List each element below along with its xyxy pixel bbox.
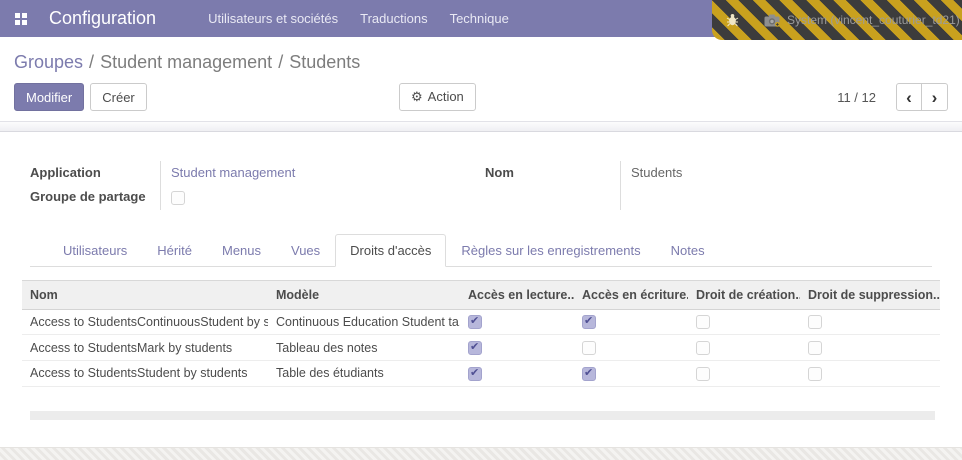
form-sheet: Application Student management Groupe de… bbox=[0, 132, 962, 267]
application-value: Student management bbox=[160, 161, 480, 185]
breadcrumb-separator: / bbox=[89, 52, 95, 72]
form-group-left: Application Student management Groupe de… bbox=[30, 161, 480, 210]
write-checkbox[interactable] bbox=[582, 340, 596, 355]
page-background bbox=[0, 447, 962, 460]
tab-notes[interactable]: Notes bbox=[656, 234, 720, 267]
column-header-unlink[interactable]: Droit de suppression... bbox=[800, 279, 940, 310]
table-row[interactable]: Access to StudentsMark by students Table… bbox=[22, 334, 940, 361]
camera-icon bbox=[764, 14, 780, 27]
access-rights-table: Nom Modèle Accès en lecture... Accès en … bbox=[22, 279, 940, 387]
pager-previous-button[interactable]: ‹ bbox=[896, 83, 922, 111]
table-header-row: Nom Modèle Accès en lecture... Accès en … bbox=[22, 279, 940, 310]
create-checkbox[interactable] bbox=[696, 340, 710, 355]
action-button[interactable]: ⚙ Action bbox=[399, 83, 476, 111]
table-row[interactable]: Access to StudentsStudent by students Ta… bbox=[22, 360, 940, 387]
cell-unlink bbox=[800, 360, 940, 387]
write-checkbox[interactable] bbox=[582, 314, 596, 330]
share-group-label: Groupe de partage bbox=[30, 189, 146, 204]
cell-write bbox=[574, 309, 688, 336]
debug-user-menu[interactable]: System (vincent_couturier_td21) bbox=[712, 0, 962, 40]
tab-herite[interactable]: Hérité bbox=[142, 234, 207, 267]
nav-menu-users-companies[interactable]: Utilisateurs et sociétés bbox=[208, 11, 338, 26]
share-group-checkbox[interactable] bbox=[171, 190, 185, 205]
sheet-bottom-bar bbox=[30, 410, 935, 420]
application-label: Application bbox=[30, 165, 101, 180]
column-header-create[interactable]: Droit de création... bbox=[688, 279, 800, 310]
breadcrumb-groups-link[interactable]: Groupes bbox=[14, 52, 83, 72]
nav-menu-translations[interactable]: Traductions bbox=[360, 11, 427, 26]
breadcrumb: Groupes / Student management / Students bbox=[14, 52, 962, 73]
cell-unlink bbox=[800, 334, 940, 361]
application-link[interactable]: Student management bbox=[171, 165, 295, 180]
app-title: Configuration bbox=[49, 8, 157, 28]
cell-name: Access to StudentsMark by students bbox=[22, 334, 268, 361]
cell-create bbox=[688, 334, 800, 361]
read-checkbox[interactable] bbox=[468, 314, 482, 330]
read-checkbox[interactable] bbox=[468, 340, 482, 355]
cell-write bbox=[574, 334, 688, 361]
tab-utilisateurs[interactable]: Utilisateurs bbox=[48, 234, 142, 267]
user-menu-label[interactable]: System (vincent_couturier_td21) bbox=[787, 13, 960, 27]
create-button[interactable]: Créer bbox=[90, 83, 147, 111]
name-value: Students bbox=[620, 161, 925, 210]
pager-next-button[interactable]: › bbox=[922, 83, 948, 111]
breadcrumb-current: Students bbox=[289, 52, 361, 72]
cell-create bbox=[688, 360, 800, 387]
tab-menus[interactable]: Menus bbox=[207, 234, 276, 267]
edit-button[interactable]: Modifier bbox=[14, 83, 85, 111]
cell-read bbox=[460, 309, 574, 336]
unlink-checkbox[interactable] bbox=[808, 315, 822, 330]
tab-droits-acces[interactable]: Droits d'accès bbox=[335, 233, 447, 267]
column-header-read[interactable]: Accès en lecture... bbox=[460, 279, 574, 310]
apps-menu-icon[interactable] bbox=[15, 12, 27, 25]
cell-model: Tableau des notes bbox=[268, 334, 460, 361]
tab-vues[interactable]: Vues bbox=[276, 234, 335, 267]
form-statusbar bbox=[0, 121, 962, 132]
pager-value: 11 / 12 bbox=[837, 89, 876, 105]
breadcrumb-middle: Student management bbox=[100, 52, 273, 72]
cell-name: Access to StudentsStudent by students bbox=[22, 360, 268, 387]
name-label: Nom bbox=[485, 165, 514, 180]
column-header-nom[interactable]: Nom bbox=[22, 279, 268, 310]
notebook-tabs: Utilisateurs Hérité Menus Vues Droits d'… bbox=[30, 233, 932, 267]
create-checkbox[interactable] bbox=[696, 366, 710, 381]
action-button-label: Action bbox=[427, 89, 464, 104]
read-checkbox[interactable] bbox=[468, 366, 482, 381]
top-navbar: Configuration Utilisateurs et sociétés T… bbox=[0, 0, 962, 40]
cell-model: Table des étudiants bbox=[268, 360, 460, 387]
unlink-checkbox[interactable] bbox=[808, 366, 822, 381]
form-group-right: Nom Students bbox=[485, 161, 925, 210]
pager: 11 / 12 ‹ › bbox=[837, 83, 948, 111]
cell-read bbox=[460, 334, 574, 361]
create-checkbox[interactable] bbox=[696, 315, 710, 330]
write-checkbox[interactable] bbox=[582, 366, 596, 381]
share-group-value bbox=[160, 185, 480, 210]
breadcrumb-separator: / bbox=[278, 52, 284, 72]
column-header-modele[interactable]: Modèle bbox=[268, 279, 460, 310]
nav-menu-technical[interactable]: Technique bbox=[450, 11, 509, 26]
control-panel: Modifier Créer ⚙ Action 11 / 12 ‹ › bbox=[14, 83, 948, 111]
unlink-checkbox[interactable] bbox=[808, 340, 822, 355]
table-row[interactable]: Access to StudentsContinuousStudent by s… bbox=[22, 309, 940, 336]
tab-regles-enregistrements[interactable]: Règles sur les enregistrements bbox=[446, 234, 655, 267]
cell-create bbox=[688, 309, 800, 336]
column-header-write[interactable]: Accès en écriture... bbox=[574, 279, 688, 310]
cell-model: Continuous Education Student ta... bbox=[268, 309, 460, 336]
bug-icon bbox=[726, 14, 739, 27]
cell-write bbox=[574, 360, 688, 387]
cell-unlink bbox=[800, 309, 940, 336]
gear-icon: ⚙ bbox=[411, 89, 423, 104]
cell-read bbox=[460, 360, 574, 387]
cell-name: Access to StudentsContinuousStudent by s… bbox=[22, 309, 268, 336]
